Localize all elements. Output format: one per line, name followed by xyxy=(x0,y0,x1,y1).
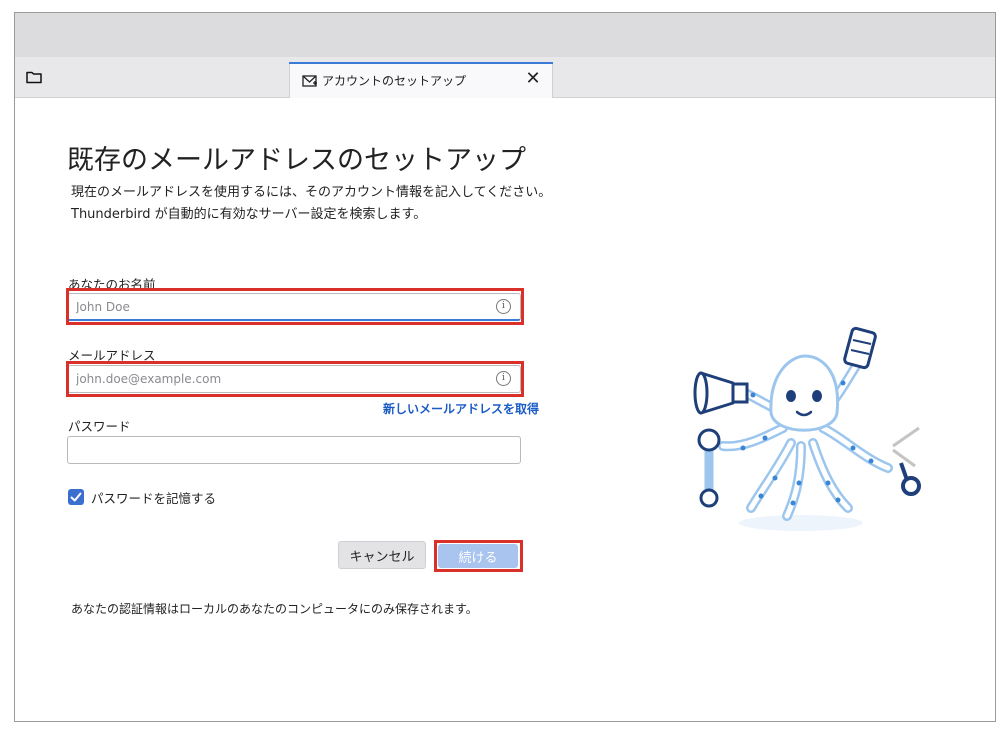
description-line-2: Thunderbird が自動的に有効なサーバー設定を検索します。 xyxy=(71,207,427,222)
close-icon[interactable]: ✕ xyxy=(524,68,542,90)
thunderbird-window: アカウントのセットアップ ✕ 既存のメールアドレスのセットアップ 現在のメールア… xyxy=(14,12,996,722)
email-label: メールアドレス xyxy=(68,348,156,363)
remember-password-label[interactable]: パスワードを記憶する xyxy=(91,488,216,507)
get-new-email-link[interactable]: 新しいメールアドレスを取得 xyxy=(383,400,539,417)
name-input[interactable] xyxy=(67,293,521,321)
info-icon[interactable]: i xyxy=(496,371,511,386)
password-label: パスワード xyxy=(68,419,131,434)
description-line-1: 現在のメールアドレスを使用するには、そのアカウント情報を記入してください。 xyxy=(71,185,552,200)
name-label: あなたのお名前 xyxy=(68,277,156,292)
remember-password-checkbox[interactable] xyxy=(68,489,84,505)
tab-account-setup[interactable]: アカウントのセットアップ ✕ xyxy=(289,62,553,98)
credentials-note: あなたの認証情報はローカルのあなたのコンピュータにのみ保存されます。 xyxy=(71,602,478,616)
checkmark-icon xyxy=(70,492,82,502)
password-input[interactable] xyxy=(67,436,521,464)
cancel-button[interactable]: キャンセル xyxy=(338,541,426,569)
continue-button[interactable]: 続ける xyxy=(438,544,518,568)
account-setup-page: 既存のメールアドレスのセットアップ 現在のメールアドレスを使用するには、そのアカ… xyxy=(15,98,995,721)
tab-strip: アカウントのセットアップ ✕ xyxy=(15,57,995,98)
page-description: 現在のメールアドレスを使用するには、そのアカウント情報を記入してください。 Th… xyxy=(71,182,551,226)
folder-icon[interactable] xyxy=(23,67,45,87)
octopus-mascot-illustration xyxy=(693,326,921,531)
mail-setup-icon xyxy=(302,73,318,87)
info-icon[interactable]: i xyxy=(496,299,511,314)
title-bar xyxy=(15,13,995,57)
email-input[interactable] xyxy=(67,365,521,393)
page-title: 既存のメールアドレスのセットアップ xyxy=(67,145,526,176)
tab-title: アカウントのセットアップ xyxy=(322,74,467,88)
